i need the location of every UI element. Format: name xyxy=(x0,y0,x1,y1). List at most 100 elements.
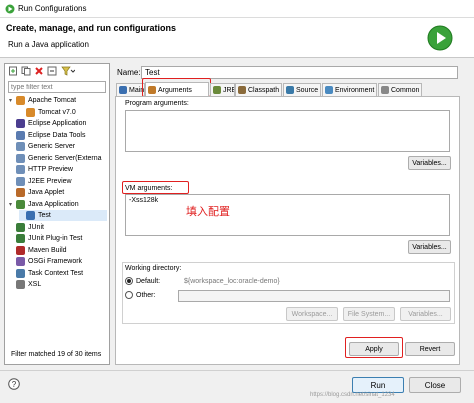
tree-item-label: Generic Server xyxy=(28,143,76,150)
filter-status: Filter matched 19 of 30 items xyxy=(11,351,102,358)
data-tools-icon xyxy=(16,130,25,140)
task-icon xyxy=(16,268,25,278)
tree-item[interactable]: XSL xyxy=(9,279,107,290)
tree-item[interactable]: OSGi Framework xyxy=(9,256,107,267)
server-icon xyxy=(16,165,25,174)
other-directory-input[interactable] xyxy=(178,290,450,302)
other-radio-label: Other: xyxy=(136,291,156,299)
main-tab-icon xyxy=(119,86,127,94)
tree-item-label: HTTP Preview xyxy=(28,166,73,173)
apply-highlight xyxy=(345,337,403,358)
tab-label: Common xyxy=(391,86,420,94)
tree-item-label: JUnit Plug-in Test xyxy=(28,235,83,242)
vm-arguments-textarea[interactable]: -Xss128k xyxy=(125,194,450,236)
file-system-button[interactable]: File System... xyxy=(343,307,395,321)
revert-button[interactable]: Revert xyxy=(405,342,455,356)
tree-item-label: Eclipse Data Tools xyxy=(28,131,86,139)
default-radio-dot xyxy=(125,277,133,285)
tab-label: Classpath xyxy=(248,86,280,94)
tree-item-label: Apache Tomcat xyxy=(28,97,77,104)
tree-item[interactable]: ▾ Apache Tomcat xyxy=(9,95,107,106)
tab-environment[interactable]: Environment xyxy=(322,83,377,96)
junit-icon xyxy=(16,222,25,232)
tab-classpath[interactable]: Classpath xyxy=(235,83,282,96)
environment-tab-icon xyxy=(325,86,333,94)
tab-label: JRE xyxy=(223,86,235,94)
java-class-icon xyxy=(26,211,35,220)
tab-main[interactable]: Main xyxy=(116,83,145,96)
xsl-icon xyxy=(16,280,25,289)
source-tab-icon xyxy=(286,86,294,94)
eclipse-icon xyxy=(16,119,25,128)
delete-icon[interactable] xyxy=(34,66,44,76)
window-title: Run Configurations xyxy=(18,4,87,13)
tab-common[interactable]: Common xyxy=(378,83,422,96)
name-label: Name: xyxy=(117,68,141,77)
other-radio[interactable]: Other: xyxy=(125,291,155,299)
tomcat-icon xyxy=(16,96,25,105)
working-directory-label: Working directory: xyxy=(125,265,182,272)
collapse-all-icon[interactable] xyxy=(47,66,57,76)
other-radio-dot xyxy=(125,291,133,299)
tree-item-label: JUnit xyxy=(28,223,44,231)
tree-item[interactable]: HTTP Preview xyxy=(9,164,107,175)
server-icon xyxy=(16,153,25,163)
tree-item[interactable]: Test xyxy=(19,210,107,221)
annotation-label: 填入配置 xyxy=(186,205,230,218)
expand-toggle-icon[interactable]: ▾ xyxy=(9,201,16,208)
default-radio[interactable]: Default: xyxy=(125,277,160,285)
tomcat-icon xyxy=(26,107,35,117)
header-banner: Create, manage, and run configurations R… xyxy=(0,18,474,58)
tree-item[interactable]: Tomcat v7.0 xyxy=(19,107,107,118)
junit-icon xyxy=(16,234,25,243)
directory-variables-button[interactable]: Variables... xyxy=(400,307,451,321)
default-directory-value: ${workspace_loc:oracle-demo} xyxy=(184,278,280,285)
new-configuration-icon[interactable] xyxy=(8,66,18,76)
tree-item[interactable]: Maven Build xyxy=(9,245,107,256)
tree-item[interactable]: Eclipse Application xyxy=(9,118,107,129)
arguments-tab-highlight xyxy=(142,78,211,97)
osgi-icon xyxy=(16,257,25,266)
tree-item[interactable]: JUnit xyxy=(9,222,107,233)
tab-label: Source xyxy=(296,86,319,94)
banner-subtitle: Run a Java application xyxy=(8,40,89,49)
run-button[interactable]: Run xyxy=(352,377,404,393)
tree-item-label: Java Applet xyxy=(28,189,65,196)
workspace-button[interactable]: Workspace... xyxy=(286,307,338,321)
program-arguments-label: Program arguments: xyxy=(125,100,189,107)
configuration-list-panel: ▾ Apache Tomcat Tomcat v7.0 Eclipse Applica… xyxy=(4,63,110,365)
program-variables-button[interactable]: Variables... xyxy=(408,156,451,170)
tree-item[interactable]: Java Applet xyxy=(9,187,107,198)
tree-item[interactable]: Task Context Test xyxy=(9,268,107,279)
default-radio-label: Default: xyxy=(136,277,161,285)
tree-item[interactable]: Generic Server xyxy=(9,141,107,152)
tree-item-label: Task Context Test xyxy=(28,269,84,277)
tree-item-label: Tomcat v7.0 xyxy=(38,108,76,116)
tree-item[interactable]: Generic Server(Externa xyxy=(9,153,107,164)
expand-toggle-icon[interactable]: ▾ xyxy=(9,97,16,104)
footer-separator xyxy=(0,370,474,371)
tab-jre[interactable]: JRE xyxy=(210,83,235,96)
tree-item[interactable]: ▾ Java Application xyxy=(9,199,107,210)
duplicate-icon[interactable] xyxy=(21,66,31,76)
close-button[interactable]: Close xyxy=(409,377,461,393)
applet-icon xyxy=(16,188,25,197)
title-bar: Run Configurations xyxy=(0,0,474,18)
tree-item-label: OSGi Framework xyxy=(28,258,83,265)
filter-input[interactable] xyxy=(8,81,106,93)
tree-item-label: J2EE Preview xyxy=(28,177,72,185)
tree-item[interactable]: Eclipse Data Tools xyxy=(9,130,107,141)
tree-item[interactable]: J2EE Preview xyxy=(9,176,107,187)
jre-tab-icon xyxy=(213,86,221,94)
server-icon xyxy=(16,142,25,151)
tree-item-label: Generic Server(Externa xyxy=(28,154,102,162)
help-icon[interactable]: ? xyxy=(8,378,20,390)
vm-variables-button[interactable]: Variables... xyxy=(408,240,451,254)
program-arguments-textarea[interactable] xyxy=(125,110,450,152)
tree-item[interactable]: JUnit Plug-in Test xyxy=(9,233,107,244)
tab-label: Environment xyxy=(335,86,375,94)
configuration-editor: Name: Test Main Arguments JRE Classpath Sour… xyxy=(115,63,460,365)
tab-source[interactable]: Source xyxy=(283,83,321,96)
filter-icon[interactable] xyxy=(61,66,75,76)
maven-icon xyxy=(16,245,25,255)
